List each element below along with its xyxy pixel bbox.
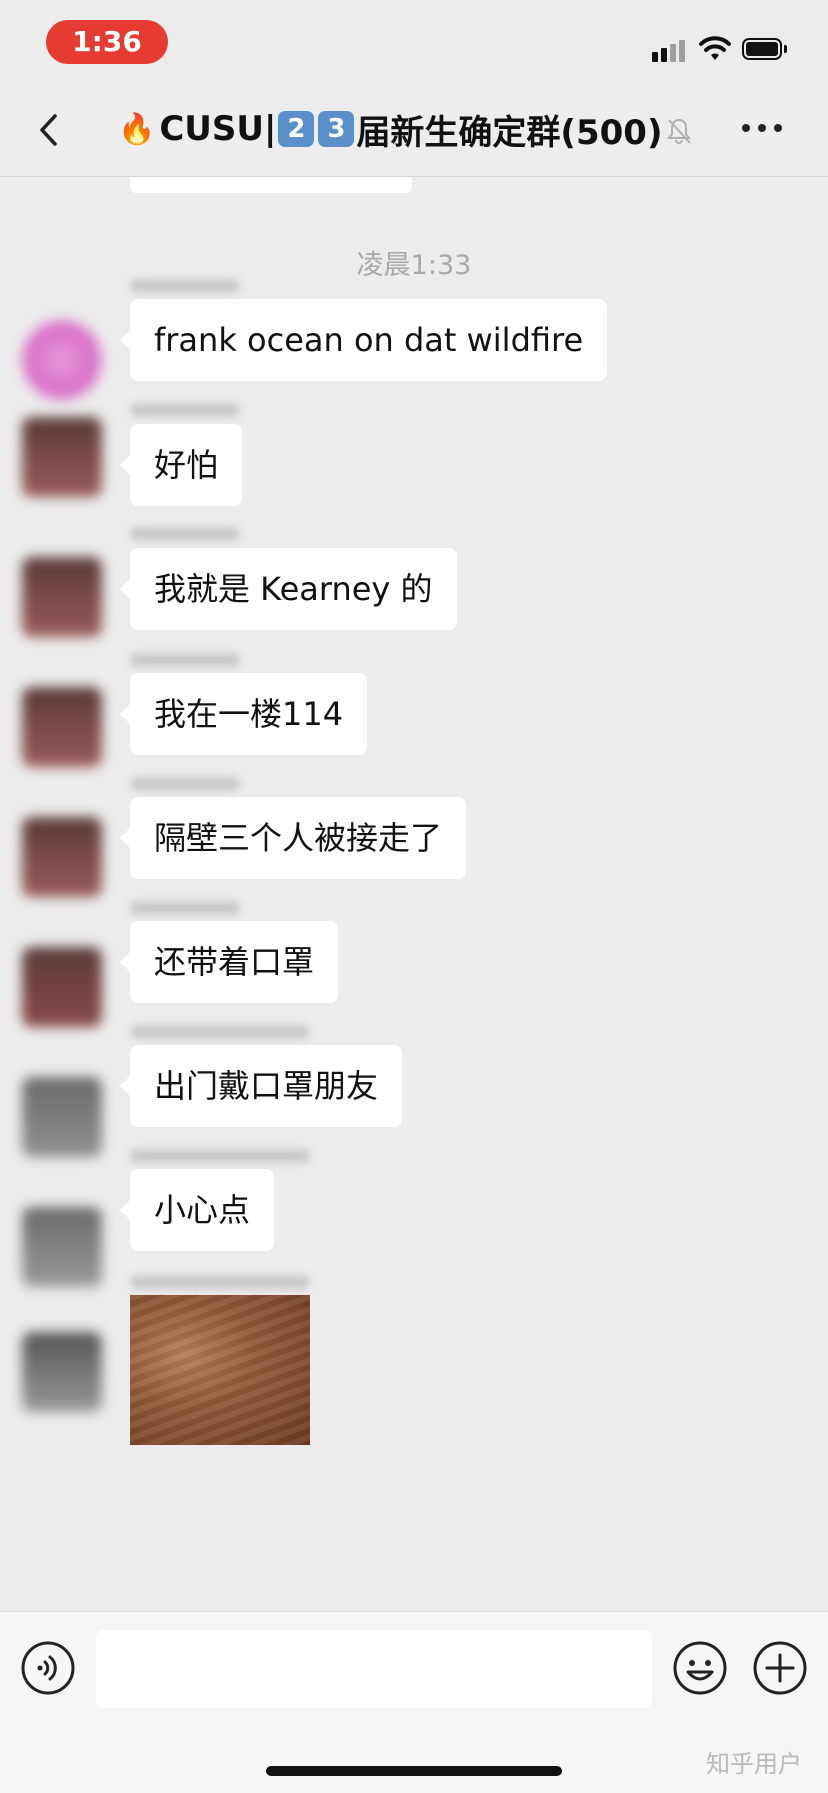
message-timestamp: 凌晨1:33 [356, 250, 472, 281]
message-bubble[interactable]: 我在一楼114 [119, 673, 368, 755]
message-bubble[interactable]: frank ocean on dat wildfire [119, 299, 608, 381]
sender-name [130, 1025, 310, 1039]
avatar[interactable] [22, 417, 102, 497]
sender-name [130, 653, 240, 667]
voice-icon[interactable] [20, 1640, 76, 1696]
watermark: 知乎用户 [706, 1750, 802, 1778]
cellular-signal-icon [652, 38, 688, 62]
wifi-icon [699, 36, 731, 60]
title-prefix: CUSU| [159, 109, 277, 149]
chevron-left-icon[interactable] [30, 110, 70, 150]
message-input[interactable] [96, 1630, 652, 1708]
previous-message-bubble [130, 177, 412, 193]
keycap-two-icon: 2 [278, 111, 315, 147]
avatar[interactable] [22, 1077, 102, 1157]
plus-icon[interactable] [752, 1640, 808, 1696]
message-bubble[interactable]: 我就是 Kearney 的 [120, 548, 457, 630]
message-bubble[interactable]: 还带着口罩 [119, 921, 339, 1003]
avatar[interactable] [22, 320, 102, 400]
input-bar: 知乎用户 [0, 1611, 828, 1793]
avatar[interactable] [22, 817, 102, 897]
message-list[interactable]: 凌晨1:33 frank ocean on dat wildfire 好怕 我就… [0, 177, 828, 1611]
title-suffix: 届新生确定群(500) [356, 112, 663, 153]
avatar[interactable] [22, 687, 102, 767]
sender-name [130, 1275, 310, 1289]
image-message[interactable] [130, 1295, 310, 1445]
keycap-three-icon: 3 [318, 111, 355, 147]
ellipsis-icon[interactable] [742, 124, 782, 136]
message-bubble[interactable]: 隔壁三个人被接走了 [119, 797, 467, 879]
avatar[interactable] [22, 1207, 102, 1287]
avatar[interactable] [22, 1332, 102, 1412]
home-indicator[interactable] [266, 1766, 562, 1776]
sender-name [130, 527, 240, 541]
chat-title: 🔥 CUSU| 2 3 届新生确定群(500) [118, 104, 663, 154]
smiley-icon[interactable] [672, 1640, 728, 1696]
message-bubble[interactable]: 好怕 [119, 424, 243, 506]
sender-name [130, 777, 240, 791]
status-time: 1:36 [46, 20, 168, 64]
message-bubble[interactable]: 出门戴口罩朋友 [119, 1045, 403, 1127]
sender-name [130, 403, 240, 417]
message-bubble[interactable]: 小心点 [119, 1169, 275, 1251]
battery-icon [742, 38, 788, 62]
sender-name [130, 1149, 310, 1163]
avatar[interactable] [22, 947, 102, 1027]
fire-icon: 🔥 [118, 111, 156, 147]
status-bar: 1:36 [0, 0, 828, 86]
sender-name [130, 279, 240, 293]
sender-name [130, 901, 240, 915]
avatar[interactable] [22, 557, 102, 637]
chat-header: 🔥 CUSU| 2 3 届新生确定群(500) [0, 86, 828, 177]
bell-slash-icon [667, 118, 691, 144]
